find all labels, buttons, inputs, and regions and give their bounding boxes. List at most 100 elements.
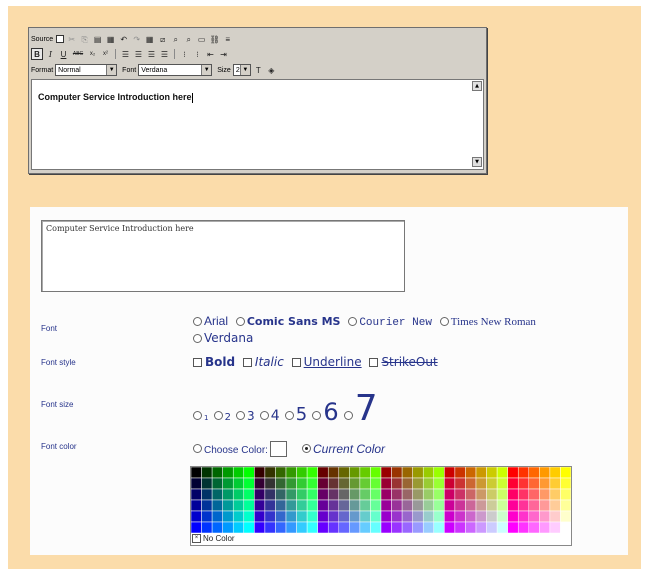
replace-icon[interactable]: ⌕ bbox=[183, 34, 194, 45]
color-cell[interactable] bbox=[433, 467, 445, 479]
color-cell[interactable] bbox=[338, 521, 350, 533]
color-cell[interactable] bbox=[549, 477, 561, 490]
color-cell[interactable] bbox=[422, 477, 435, 490]
color-cell[interactable] bbox=[338, 467, 350, 479]
color-swatch[interactable] bbox=[269, 440, 287, 457]
redo-icon[interactable]: ↷ bbox=[131, 34, 142, 45]
no-color-option[interactable]: × No Color bbox=[192, 534, 235, 543]
color-cell[interactable] bbox=[507, 499, 519, 512]
color-cell[interactable] bbox=[327, 499, 340, 512]
color-cell[interactable] bbox=[317, 521, 329, 533]
color-cell[interactable] bbox=[201, 467, 213, 479]
color-cell[interactable] bbox=[496, 499, 508, 512]
color-cell[interactable] bbox=[222, 488, 234, 501]
color-cell[interactable] bbox=[264, 521, 276, 533]
outdent-icon[interactable]: ⇤ bbox=[205, 49, 216, 60]
color-cell[interactable] bbox=[454, 499, 466, 512]
color-cell[interactable] bbox=[254, 510, 266, 523]
color-cell[interactable] bbox=[380, 477, 392, 490]
color-cell[interactable] bbox=[444, 488, 456, 501]
size-option-3[interactable]: 3 bbox=[236, 405, 255, 424]
color-cell[interactable] bbox=[211, 521, 223, 533]
color-cell[interactable] bbox=[327, 510, 340, 523]
color-cell[interactable] bbox=[243, 499, 255, 512]
radio-button[interactable] bbox=[259, 411, 269, 420]
color-cell[interactable] bbox=[349, 510, 361, 523]
color-cell[interactable] bbox=[264, 510, 276, 523]
color-cell[interactable] bbox=[560, 510, 571, 523]
color-cell[interactable] bbox=[412, 499, 424, 512]
color-cell[interactable] bbox=[359, 488, 371, 501]
radio-button[interactable] bbox=[235, 317, 245, 326]
color-cell[interactable] bbox=[465, 499, 477, 512]
style-option-italic[interactable]: Italic bbox=[242, 355, 284, 369]
italic-button[interactable]: I bbox=[45, 49, 56, 60]
color-cell[interactable] bbox=[359, 521, 371, 533]
color-cell[interactable] bbox=[380, 510, 392, 523]
superscript-button[interactable]: x² bbox=[100, 49, 111, 60]
color-cell[interactable] bbox=[306, 521, 318, 533]
choose-color-option[interactable]: Choose Color: bbox=[193, 438, 287, 457]
color-cell[interactable] bbox=[528, 477, 540, 490]
color-cell[interactable] bbox=[444, 499, 456, 512]
color-cell[interactable] bbox=[454, 467, 466, 479]
color-cell[interactable] bbox=[391, 467, 403, 479]
align-right-icon[interactable]: ☰ bbox=[146, 49, 157, 60]
color-cell[interactable] bbox=[412, 521, 424, 533]
color-cell[interactable] bbox=[264, 499, 276, 512]
color-cell[interactable] bbox=[264, 477, 276, 490]
color-cell[interactable] bbox=[539, 499, 551, 512]
color-cell[interactable] bbox=[359, 499, 371, 512]
color-cell[interactable] bbox=[306, 510, 318, 523]
color-palette[interactable]: × No Color bbox=[190, 466, 572, 546]
color-cell[interactable] bbox=[264, 488, 276, 501]
color-cell[interactable] bbox=[528, 467, 540, 479]
image-icon[interactable]: ⧄ bbox=[157, 34, 168, 45]
color-cell[interactable] bbox=[391, 510, 403, 523]
color-cell[interactable] bbox=[211, 488, 223, 501]
color-cell[interactable] bbox=[264, 467, 276, 479]
color-cell[interactable] bbox=[254, 488, 266, 501]
color-cell[interactable] bbox=[285, 488, 297, 501]
color-cell[interactable] bbox=[539, 488, 551, 501]
color-cell[interactable] bbox=[285, 521, 297, 533]
color-cell[interactable] bbox=[191, 477, 202, 490]
radio-button[interactable] bbox=[312, 411, 322, 420]
color-cell[interactable] bbox=[306, 488, 318, 501]
source-checkbox[interactable] bbox=[56, 35, 65, 43]
color-cell[interactable] bbox=[528, 510, 540, 523]
color-cell[interactable] bbox=[401, 499, 413, 512]
color-cell[interactable] bbox=[275, 467, 287, 479]
font-option-arial[interactable]: Arial bbox=[193, 314, 228, 328]
color-cell[interactable] bbox=[539, 477, 551, 490]
color-grid[interactable] bbox=[191, 467, 571, 533]
radio-button[interactable] bbox=[284, 411, 294, 420]
color-cell[interactable] bbox=[359, 510, 371, 523]
color-cell[interactable] bbox=[232, 488, 245, 501]
color-cell[interactable] bbox=[306, 499, 318, 512]
color-cell[interactable] bbox=[243, 477, 255, 490]
current-color-option[interactable]: Current Color bbox=[302, 438, 385, 457]
strikethrough-button[interactable]: ABC bbox=[71, 49, 85, 60]
color-cell[interactable] bbox=[191, 521, 202, 533]
color-cell[interactable] bbox=[338, 510, 350, 523]
color-cell[interactable] bbox=[275, 521, 287, 533]
color-cell[interactable] bbox=[232, 477, 245, 490]
radio-button[interactable] bbox=[213, 411, 223, 420]
color-cell[interactable] bbox=[222, 467, 234, 479]
color-cell[interactable] bbox=[232, 467, 245, 479]
color-cell[interactable] bbox=[222, 510, 234, 523]
color-cell[interactable] bbox=[285, 477, 297, 490]
color-cell[interactable] bbox=[517, 499, 530, 512]
color-cell[interactable] bbox=[243, 510, 255, 523]
radio-button[interactable] bbox=[343, 411, 353, 420]
style-option-bold[interactable]: Bold bbox=[193, 355, 235, 369]
radio-button[interactable] bbox=[193, 444, 202, 453]
color-cell[interactable] bbox=[486, 499, 498, 512]
color-cell[interactable] bbox=[243, 467, 255, 479]
color-cell[interactable] bbox=[338, 477, 350, 490]
style-option-underline[interactable]: Underline bbox=[291, 355, 362, 369]
color-cell[interactable] bbox=[359, 477, 371, 490]
color-cell[interactable] bbox=[285, 510, 297, 523]
undo-icon[interactable]: ↶ bbox=[118, 34, 129, 45]
